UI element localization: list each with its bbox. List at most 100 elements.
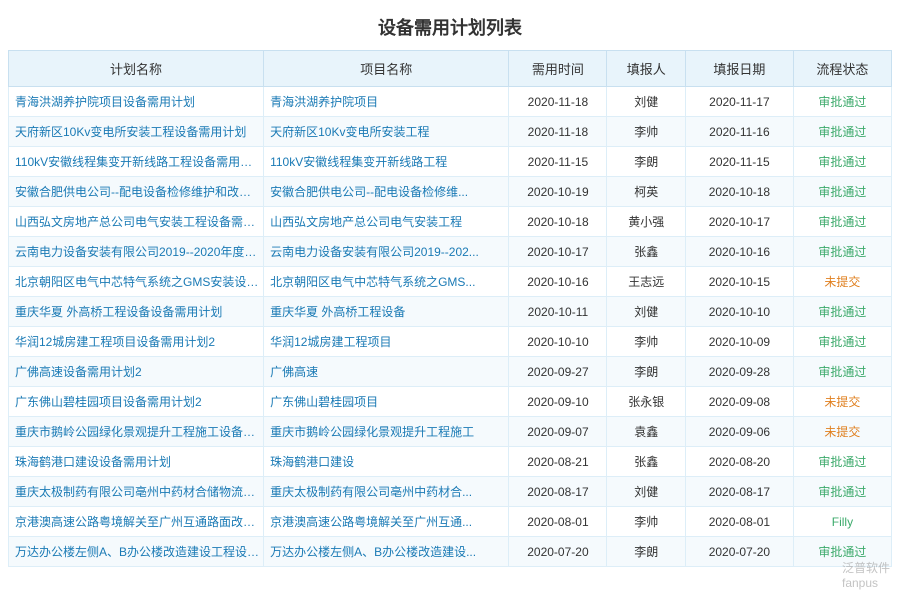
table-row: 青海洪湖养护院项目设备需用计划青海洪湖养护院项目2020-11-18刘健2020…	[9, 87, 892, 117]
table-row: 重庆市鹅岭公园绿化景观提升工程施工设备需...重庆市鹅岭公园绿化景观提升工程施工…	[9, 417, 892, 447]
table-row: 北京朝阳区电气中芯特气系统之GMS安装设备...北京朝阳区电气中芯特气系统之GM…	[9, 267, 892, 297]
cell-reporter: 王志远	[607, 267, 685, 297]
cell-date: 2020-10-18	[685, 177, 793, 207]
cell-date: 2020-10-17	[685, 207, 793, 237]
table-header-row: 计划名称 项目名称 需用时间 填报人 填报日期 流程状态	[9, 51, 892, 87]
cell-status: 审批通过	[793, 447, 891, 477]
cell-plan[interactable]: 重庆市鹅岭公园绿化景观提升工程施工设备需...	[9, 417, 264, 447]
cell-reporter: 李帅	[607, 327, 685, 357]
cell-reporter: 李朗	[607, 357, 685, 387]
cell-project[interactable]: 重庆太极制药有限公司亳州中药材合...	[264, 477, 509, 507]
cell-project[interactable]: 广东佛山碧桂园项目	[264, 387, 509, 417]
cell-project[interactable]: 110kV安徽线程集变开新线路工程	[264, 147, 509, 177]
cell-time: 2020-10-19	[509, 177, 607, 207]
cell-reporter: 李帅	[607, 117, 685, 147]
cell-plan[interactable]: 安徽合肥供电公司--配电设备检修维护和改造...	[9, 177, 264, 207]
table-row: 珠海鹤港口建设设备需用计划珠海鹤港口建设2020-08-21张鑫2020-08-…	[9, 447, 892, 477]
table-wrapper: 计划名称 项目名称 需用时间 填报人 填报日期 流程状态 青海洪湖养护院项目设备…	[0, 50, 900, 567]
table-row: 华润12城房建工程项目设备需用计划2华润12城房建工程项目2020-10-10李…	[9, 327, 892, 357]
cell-plan[interactable]: 京港澳高速公路粤境解关至广州互通路面改造...	[9, 507, 264, 537]
cell-reporter: 柯英	[607, 177, 685, 207]
cell-date: 2020-10-15	[685, 267, 793, 297]
col-header-project: 项目名称	[264, 51, 509, 87]
cell-date: 2020-08-01	[685, 507, 793, 537]
cell-plan[interactable]: 青海洪湖养护院项目设备需用计划	[9, 87, 264, 117]
cell-plan[interactable]: 110kV安徽线程集变开新线路工程设备需用计划	[9, 147, 264, 177]
cell-status: 审批通过	[793, 117, 891, 147]
cell-status: 审批通过	[793, 177, 891, 207]
cell-status: 未提交	[793, 267, 891, 297]
cell-project[interactable]: 安徽合肥供电公司--配电设备检修维...	[264, 177, 509, 207]
cell-time: 2020-09-10	[509, 387, 607, 417]
cell-project[interactable]: 广佛高速	[264, 357, 509, 387]
table-body: 青海洪湖养护院项目设备需用计划青海洪湖养护院项目2020-11-18刘健2020…	[9, 87, 892, 567]
cell-plan[interactable]: 万达办公楼左侧A、B办公楼改造建设工程设备...	[9, 537, 264, 567]
cell-plan[interactable]: 重庆太极制药有限公司亳州中药材合储物流基...	[9, 477, 264, 507]
cell-plan[interactable]: 天府新区10Kv变电所安装工程设备需用计划	[9, 117, 264, 147]
cell-project[interactable]: 珠海鹤港口建设	[264, 447, 509, 477]
cell-status: 审批通过	[793, 207, 891, 237]
cell-project[interactable]: 天府新区10Kv变电所安装工程	[264, 117, 509, 147]
cell-date: 2020-08-20	[685, 447, 793, 477]
cell-date: 2020-08-17	[685, 477, 793, 507]
cell-date: 2020-11-17	[685, 87, 793, 117]
cell-status: Filly	[793, 507, 891, 537]
table-row: 广佛高速设备需用计划2广佛高速2020-09-27李朗2020-09-28审批通…	[9, 357, 892, 387]
cell-status: 未提交	[793, 387, 891, 417]
cell-reporter: 刘健	[607, 297, 685, 327]
table-row: 110kV安徽线程集变开新线路工程设备需用计划110kV安徽线程集变开新线路工程…	[9, 147, 892, 177]
cell-reporter: 黄小强	[607, 207, 685, 237]
cell-time: 2020-10-11	[509, 297, 607, 327]
cell-reporter: 袁鑫	[607, 417, 685, 447]
cell-plan[interactable]: 珠海鹤港口建设设备需用计划	[9, 447, 264, 477]
cell-plan[interactable]: 广东佛山碧桂园项目设备需用计划2	[9, 387, 264, 417]
cell-time: 2020-10-17	[509, 237, 607, 267]
cell-time: 2020-08-01	[509, 507, 607, 537]
cell-project[interactable]: 重庆华夏 外高桥工程设备	[264, 297, 509, 327]
col-header-plan: 计划名称	[9, 51, 264, 87]
cell-reporter: 张永银	[607, 387, 685, 417]
cell-reporter: 刘健	[607, 477, 685, 507]
cell-project[interactable]: 北京朝阳区电气中芯特气系统之GMS...	[264, 267, 509, 297]
cell-reporter: 张鑫	[607, 447, 685, 477]
col-header-date: 填报日期	[685, 51, 793, 87]
table-row: 广东佛山碧桂园项目设备需用计划2广东佛山碧桂园项目2020-09-10张永银20…	[9, 387, 892, 417]
cell-project[interactable]: 重庆市鹅岭公园绿化景观提升工程施工	[264, 417, 509, 447]
cell-project[interactable]: 青海洪湖养护院项目	[264, 87, 509, 117]
cell-plan[interactable]: 华润12城房建工程项目设备需用计划2	[9, 327, 264, 357]
cell-plan[interactable]: 广佛高速设备需用计划2	[9, 357, 264, 387]
cell-date: 2020-11-15	[685, 147, 793, 177]
cell-project[interactable]: 山西弘文房地产总公司电气安装工程	[264, 207, 509, 237]
table-row: 山西弘文房地产总公司电气安装工程设备需用...山西弘文房地产总公司电气安装工程2…	[9, 207, 892, 237]
col-header-status: 流程状态	[793, 51, 891, 87]
cell-project[interactable]: 云南电力设备安装有限公司2019--202...	[264, 237, 509, 267]
cell-status: 审批通过	[793, 327, 891, 357]
cell-reporter: 李帅	[607, 507, 685, 537]
cell-plan[interactable]: 山西弘文房地产总公司电气安装工程设备需用...	[9, 207, 264, 237]
cell-status: 审批通过	[793, 87, 891, 117]
table-row: 安徽合肥供电公司--配电设备检修维护和改造...安徽合肥供电公司--配电设备检修…	[9, 177, 892, 207]
cell-reporter: 张鑫	[607, 237, 685, 267]
cell-plan[interactable]: 重庆华夏 外高桥工程设备设备需用计划	[9, 297, 264, 327]
cell-plan[interactable]: 北京朝阳区电气中芯特气系统之GMS安装设备...	[9, 267, 264, 297]
cell-time: 2020-10-10	[509, 327, 607, 357]
cell-time: 2020-08-17	[509, 477, 607, 507]
cell-reporter: 李朗	[607, 537, 685, 567]
cell-date: 2020-10-10	[685, 297, 793, 327]
cell-project[interactable]: 京港澳高速公路粤境解关至广州互通...	[264, 507, 509, 537]
cell-date: 2020-09-28	[685, 357, 793, 387]
cell-date: 2020-07-20	[685, 537, 793, 567]
cell-date: 2020-09-08	[685, 387, 793, 417]
cell-date: 2020-11-16	[685, 117, 793, 147]
table-row: 重庆太极制药有限公司亳州中药材合储物流基...重庆太极制药有限公司亳州中药材合.…	[9, 477, 892, 507]
table-row: 天府新区10Kv变电所安装工程设备需用计划天府新区10Kv变电所安装工程 2020…	[9, 117, 892, 147]
cell-plan[interactable]: 云南电力设备安装有限公司2019--2020年度芳...	[9, 237, 264, 267]
cell-project[interactable]: 万达办公楼左侧A、B办公楼改造建设...	[264, 537, 509, 567]
cell-status: 审批通过	[793, 237, 891, 267]
table-row: 重庆华夏 外高桥工程设备设备需用计划重庆华夏 外高桥工程设备2020-10-11…	[9, 297, 892, 327]
cell-time: 2020-09-27	[509, 357, 607, 387]
cell-time: 2020-10-18	[509, 207, 607, 237]
cell-project[interactable]: 华润12城房建工程项目	[264, 327, 509, 357]
cell-time: 2020-11-18	[509, 87, 607, 117]
table-row: 万达办公楼左侧A、B办公楼改造建设工程设备...万达办公楼左侧A、B办公楼改造建…	[9, 537, 892, 567]
